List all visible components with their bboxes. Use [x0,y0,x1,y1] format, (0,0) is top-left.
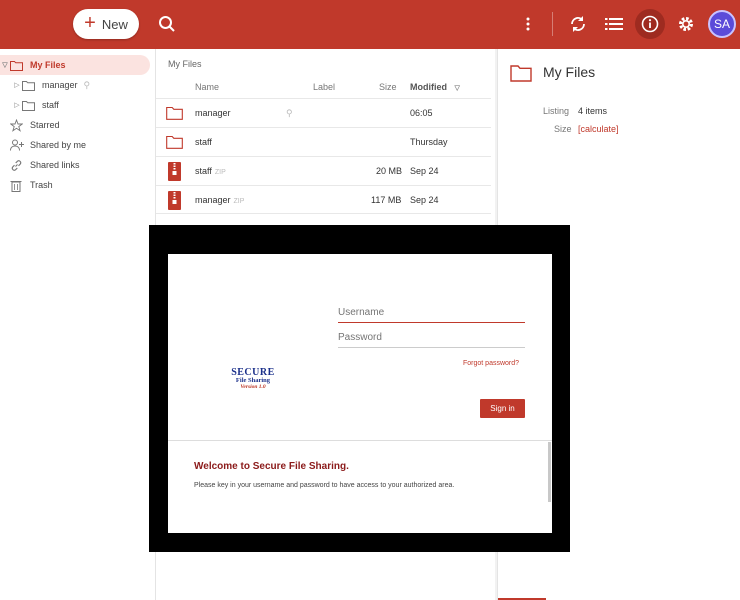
column-header-name[interactable]: Name [195,82,219,92]
file-modified: Sep 24 [410,166,439,176]
sidebar-item-my-files[interactable]: ▽ My Files [0,55,150,75]
username-input[interactable] [338,303,525,321]
sidebar-item-shared-by-me[interactable]: Shared by me [10,135,86,155]
column-header-modified[interactable]: Modified ▽ [410,82,460,92]
listing-value: 4 items [578,106,608,116]
zip-file-icon [168,162,181,183]
file-type-tag: ZIP [214,169,226,176]
toolbar-divider [552,12,553,36]
login-dialog: Secure File Sharing Version 1.0 Forgot p… [168,254,552,533]
scrollbar[interactable] [548,442,551,502]
pin-icon: ⚲ [286,108,293,118]
folder-icon [166,135,183,151]
details-title: My Files [543,64,596,80]
expand-caret-icon[interactable]: ▽ [0,61,10,69]
file-name-with-tag: staff ZIP [195,166,226,176]
file-name-with-tag: manager ZIP [195,195,244,205]
file-name: manager [195,108,231,118]
sidebar: ▽ My Files ▷ manager ⚲ ▷ staff Starred S… [0,49,155,600]
file-row[interactable]: staff Thursday [156,127,491,156]
forgot-password-link[interactable]: Forgot password? [463,360,519,367]
user-avatar[interactable]: SA [708,10,736,38]
sidebar-item-staff[interactable]: ▷ staff [12,95,59,115]
password-field[interactable] [338,328,525,348]
file-size: 117 MB [371,195,402,205]
folder-icon [510,64,532,87]
file-modified: 06:05 [410,108,433,118]
listing-label: Listing [543,106,570,116]
plus-icon: + [84,12,96,34]
file-name: manager [195,195,231,205]
info-button[interactable] [635,9,665,39]
trash-icon [10,178,24,192]
login-overlay: Secure File Sharing Version 1.0 Forgot p… [149,225,570,552]
sidebar-item-starred[interactable]: Starred [10,115,60,135]
welcome-text: Please key in your username and password… [194,482,455,489]
list-view-icon[interactable] [603,13,625,35]
info-icon [641,15,659,33]
welcome-title: Welcome to Secure File Sharing. [194,461,349,472]
star-icon [10,118,24,132]
sidebar-item-shared-links[interactable]: Shared links [10,155,80,175]
file-row[interactable]: manager ZIP 117 MB Sep 24 [156,185,491,214]
file-name: staff [195,137,212,147]
top-bar: + New SA [0,0,740,49]
column-header-size[interactable]: Size [379,82,397,92]
folder-icon [166,106,183,122]
sidebar-item-label: Shared links [30,160,80,170]
zip-file-icon [168,191,181,212]
folder-icon [22,78,36,92]
sidebar-item-label: Shared by me [30,140,87,150]
sidebar-item-label: Trash [30,180,53,190]
sidebar-item-label: staff [42,100,59,110]
sidebar-item-trash[interactable]: Trash [10,175,53,195]
person-add-icon [10,138,24,152]
expand-caret-icon[interactable]: ▷ [12,101,22,109]
sort-desc-icon: ▽ [454,85,460,92]
file-name: staff [195,166,212,176]
pin-icon: ⚲ [83,79,91,90]
new-button-label: New [101,16,128,32]
link-icon [10,158,24,172]
file-modified: Thursday [410,137,448,147]
sidebar-item-manager[interactable]: ▷ manager ⚲ [12,75,90,95]
settings-icon[interactable] [675,13,697,35]
calculate-size-link[interactable]: [calculate] [578,124,619,134]
file-modified: Sep 24 [410,195,439,205]
sidebar-item-label: Starred [30,120,60,130]
sidebar-item-label: My Files [30,60,66,70]
column-header-modified-label: Modified [410,82,447,92]
refresh-icon[interactable] [567,13,589,35]
username-field[interactable] [338,303,525,323]
logo-version: Version 1.0 [240,384,266,390]
expand-caret-icon[interactable]: ▷ [12,81,22,89]
file-type-tag: ZIP [233,198,245,205]
sign-in-button[interactable]: Sign in [480,399,525,418]
sidebar-item-label: manager [42,80,78,90]
file-row[interactable]: staff ZIP 20 MB Sep 24 [156,156,491,185]
logo-subtitle: File Sharing [235,377,271,384]
file-size: 20 MB [376,166,403,176]
folder-icon [10,58,24,72]
breadcrumb[interactable]: My Files [168,59,202,69]
password-input[interactable] [338,328,525,346]
more-vert-icon[interactable] [517,13,539,35]
size-label: Size [554,124,572,134]
column-header-label[interactable]: Label [313,82,335,92]
file-row[interactable]: manager ⚲ 06:05 [156,98,491,127]
folder-icon [22,98,36,112]
search-icon[interactable] [156,13,178,35]
new-button[interactable]: + New [73,9,139,39]
dialog-divider [168,440,552,441]
secure-file-sharing-logo: Secure File Sharing Version 1.0 [227,367,279,390]
